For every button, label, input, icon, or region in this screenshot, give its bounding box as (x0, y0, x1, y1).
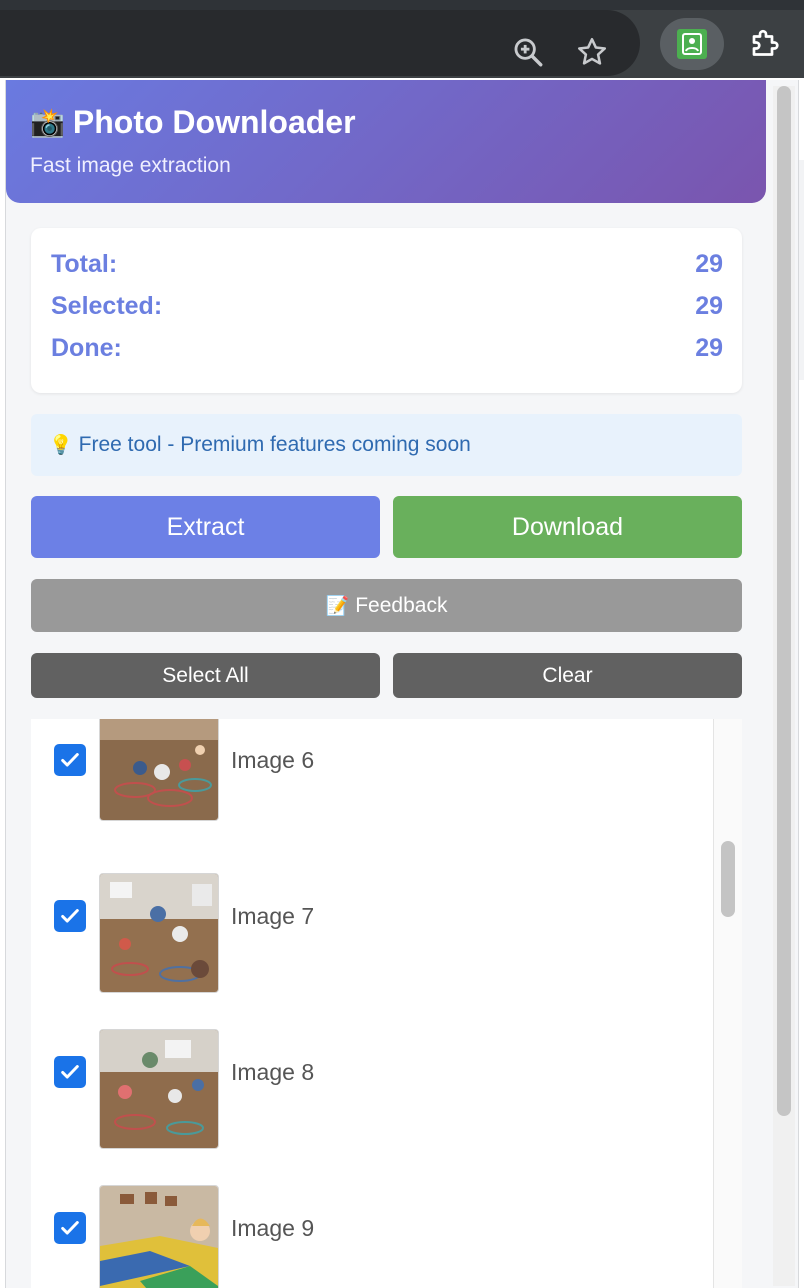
stat-total: Total: 29 (51, 250, 723, 279)
stat-done: Done: 29 (51, 334, 723, 363)
address-bar[interactable] (0, 10, 640, 76)
popup-scrollbar[interactable] (773, 86, 795, 1286)
clear-button[interactable]: Clear (393, 653, 742, 698)
image-checkbox[interactable] (54, 1056, 86, 1088)
memo-icon: 📝 (325, 595, 350, 617)
photo-downloader-extension-button[interactable] (660, 18, 724, 70)
image-thumbnail (99, 1185, 219, 1288)
extension-app-icon (677, 29, 707, 59)
stat-label: Done: (51, 334, 122, 362)
image-thumbnail (99, 873, 219, 993)
select-all-button[interactable]: Select All (31, 653, 380, 698)
checkmark-icon (61, 1065, 79, 1079)
feedback-label: Feedback (355, 593, 448, 617)
image-label: Image 8 (231, 1059, 315, 1085)
header-title: 📸 Photo Downloader (30, 104, 356, 141)
notice-banner: 💡 Free tool - Premium features coming so… (31, 414, 742, 476)
list-item[interactable]: Image 9 (31, 1185, 711, 1288)
app-title: Photo Downloader (72, 104, 356, 140)
notice-text: Free tool - Premium features coming soon (78, 433, 471, 456)
stat-value: 29 (695, 250, 723, 278)
feedback-button[interactable]: 📝 Feedback (31, 579, 742, 632)
extensions-puzzle-icon[interactable] (734, 18, 798, 70)
browser-tabstrip-edge (0, 0, 804, 10)
image-label: Image 9 (231, 1215, 315, 1241)
image-list[interactable]: Image 6 Image 7 Image 8 Image 9 (31, 719, 742, 1288)
image-label: Image 6 (231, 747, 315, 773)
checkmark-icon (61, 753, 79, 767)
stat-value: 29 (695, 334, 723, 362)
bookmark-star-icon[interactable] (572, 32, 612, 72)
stat-label: Selected: (51, 292, 163, 320)
download-button[interactable]: Download (393, 496, 742, 558)
checkmark-icon (61, 1221, 79, 1235)
stats-card: Total: 29 Selected: 29 Done: 29 (31, 228, 742, 393)
image-thumbnail (99, 1029, 219, 1149)
stat-selected: Selected: 29 (51, 292, 723, 321)
extension-popup: 📸 Photo Downloader Fast image extraction… (5, 80, 799, 1288)
list-item[interactable]: Image 6 (31, 719, 711, 839)
image-label: Image 7 (231, 903, 315, 929)
zoom-icon[interactable] (508, 32, 548, 72)
popup-header: 📸 Photo Downloader Fast image extraction (6, 80, 766, 203)
app-subtitle: Fast image extraction (30, 154, 231, 177)
camera-flash-icon: 📸 (30, 107, 65, 138)
list-scrollbar-thumb[interactable] (721, 841, 735, 917)
image-checkbox[interactable] (54, 900, 86, 932)
stat-value: 29 (695, 292, 723, 320)
browser-toolbar (0, 0, 804, 78)
checkmark-icon (61, 909, 79, 923)
image-checkbox[interactable] (54, 744, 86, 776)
extract-button[interactable]: Extract (31, 496, 380, 558)
lightbulb-icon: 💡 (49, 435, 73, 456)
popup-scrollbar-thumb[interactable] (777, 86, 791, 1116)
list-scrollbar[interactable] (713, 719, 742, 1288)
list-item[interactable]: Image 7 (31, 873, 711, 995)
image-checkbox[interactable] (54, 1212, 86, 1244)
image-thumbnail (99, 719, 219, 821)
stat-label: Total: (51, 250, 118, 278)
list-item[interactable]: Image 8 (31, 1029, 711, 1151)
